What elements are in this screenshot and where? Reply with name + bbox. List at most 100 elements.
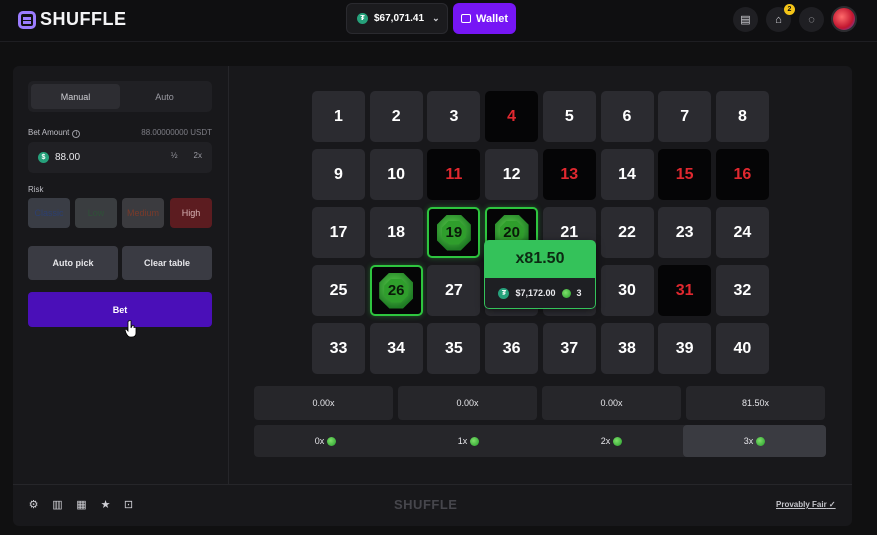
win-hits: 3 — [576, 288, 582, 298]
game-info-icon[interactable]: ⊡ — [122, 498, 135, 511]
payout-cell: 81.50x — [686, 386, 825, 420]
keno-tile-35[interactable]: 35 — [427, 323, 481, 374]
keno-tile-2[interactable]: 2 — [369, 91, 423, 142]
gem-icon — [327, 436, 337, 446]
hand-cursor-icon — [125, 320, 137, 338]
keno-tile-40[interactable]: 40 — [715, 323, 769, 374]
keno-tile-3[interactable]: 3 — [427, 91, 481, 142]
stats-icon[interactable]: ▦ — [75, 498, 88, 511]
win-payout: $7,172.00 — [515, 288, 556, 298]
tab-manual[interactable]: Manual — [31, 84, 120, 109]
avatar[interactable] — [831, 6, 857, 32]
keno-tile-34[interactable]: 34 — [369, 323, 423, 374]
keno-tile-6[interactable]: 6 — [600, 91, 654, 142]
keno-tile-18[interactable]: 18 — [369, 207, 423, 258]
usdt-coin-icon: ₮ — [357, 13, 368, 24]
hit-count-3: 3x — [683, 425, 826, 457]
favorite-star-icon[interactable]: ★ — [99, 498, 112, 511]
gem-icon: 26 — [379, 272, 414, 309]
bet-amount-value: 88.00 — [55, 152, 81, 163]
chevron-down-icon: ⌄ — [432, 13, 440, 23]
clear-table-button[interactable]: Clear table — [122, 246, 212, 280]
keno-tile-14[interactable]: 14 — [600, 149, 654, 200]
payout-cell: 0.00x — [254, 386, 393, 420]
keno-tile-25[interactable]: 25 — [312, 265, 365, 316]
usdt-coin-icon: $ — [38, 152, 49, 163]
keno-tile-22[interactable]: 22 — [600, 207, 654, 258]
info-icon[interactable]: i — [72, 130, 81, 138]
auto-pick-button[interactable]: Auto pick — [28, 246, 118, 280]
bet-mode-tabs: Manual Auto — [28, 81, 212, 112]
win-multiplier: x81.50 — [484, 240, 596, 278]
rewards-button[interactable]: ⌂ 2 — [766, 4, 795, 32]
keno-tile-5[interactable]: 5 — [542, 91, 596, 142]
hit-count-2: 2x — [540, 425, 683, 457]
check-icon: ✓ — [828, 500, 836, 509]
gem-icon — [756, 436, 766, 446]
bet-modifiers: ½ 2x — [171, 151, 202, 160]
shuffle-logo[interactable]: SHUFFLE — [18, 9, 127, 30]
keno-tile-33[interactable]: 33 — [312, 323, 365, 374]
keno-tile-27[interactable]: 27 — [427, 265, 481, 316]
win-popup: x81.50 ₮ $7,172.00 3 — [484, 240, 596, 309]
tab-auto[interactable]: Auto — [120, 84, 209, 109]
bet-amount-label-row: Bet Amount i 88.00000000 USDT — [28, 128, 212, 138]
keno-tile-13[interactable]: 13 — [542, 149, 596, 200]
bet-amount-usdt-value: 88.00000000 USDT — [141, 128, 212, 137]
keno-tile-38[interactable]: 38 — [600, 323, 654, 374]
hit-count-0: 0x — [254, 425, 397, 457]
gem-icon — [561, 288, 571, 298]
keno-tile-1[interactable]: 1 — [312, 91, 365, 142]
keno-tile-24[interactable]: 24 — [715, 207, 769, 258]
risk-low-button[interactable]: Low — [75, 198, 117, 228]
wallet-icon — [461, 14, 471, 23]
keno-tile-16[interactable]: 16 — [715, 149, 769, 200]
keno-tile-23[interactable]: 23 — [658, 207, 712, 258]
hit-count-row: 0x 1x 2x 3x — [254, 425, 826, 457]
risk-medium-button[interactable]: Medium — [122, 198, 164, 228]
keno-tile-10[interactable]: 10 — [369, 149, 423, 200]
payout-cell: 0.00x — [398, 386, 537, 420]
keno-tile-9[interactable]: 9 — [312, 149, 365, 200]
keno-tile-8[interactable]: 8 — [715, 91, 769, 142]
hit-count-1: 1x — [397, 425, 540, 457]
bet-amount-input[interactable]: $ 88.00 ½ 2x — [28, 142, 212, 173]
bet-button[interactable]: Bet — [28, 292, 212, 327]
theatre-mode-icon[interactable]: ▥ — [51, 498, 64, 511]
keno-tile-39[interactable]: 39 — [658, 323, 712, 374]
risk-classic-button[interactable]: Classic — [28, 198, 70, 228]
keno-tile-32[interactable]: 32 — [715, 265, 769, 316]
bet-amount-label: Bet Amount i — [28, 128, 81, 138]
keno-tile-17[interactable]: 17 — [312, 207, 365, 258]
keno-tile-19[interactable]: 19 — [427, 207, 481, 258]
keno-tile-15[interactable]: 15 — [658, 149, 712, 200]
keno-tile-36[interactable]: 36 — [485, 323, 539, 374]
half-bet-button[interactable]: ½ — [171, 151, 178, 160]
balance-selector[interactable]: ₮ $67,071.41 ⌄ — [346, 3, 448, 34]
document-icon: ▤ — [740, 14, 751, 26]
top-bar: SHUFFLE ₮ $67,071.41 ⌄ Wallet ▤ ⌂ 2 ◌ — [0, 0, 877, 42]
wallet-label: Wallet — [476, 12, 508, 25]
keno-tile-4[interactable]: 4 — [485, 91, 539, 142]
keno-tile-7[interactable]: 7 — [658, 91, 712, 142]
wallet-button[interactable]: Wallet — [453, 3, 516, 34]
shuffle-logo-icon — [18, 10, 36, 29]
gem-icon — [613, 436, 623, 446]
keno-tile-30[interactable]: 30 — [600, 265, 654, 316]
keno-tile-37[interactable]: 37 — [542, 323, 596, 374]
risk-high-button[interactable]: High — [170, 198, 212, 228]
keno-tile-11[interactable]: 11 — [427, 149, 481, 200]
chat-button[interactable]: ◌ — [799, 7, 824, 32]
double-bet-button[interactable]: 2x — [194, 151, 202, 160]
risk-label: Risk — [28, 185, 44, 194]
logo-text: SHUFFLE — [40, 9, 127, 29]
keno-tile-12[interactable]: 12 — [485, 149, 539, 200]
keno-tile-26[interactable]: 26 — [369, 265, 423, 316]
provably-fair-link[interactable]: Provably Fair ✓ — [776, 500, 836, 509]
usdt-coin-icon: ₮ — [498, 287, 510, 299]
chat-icon: ◌ — [808, 13, 815, 26]
settings-icon[interactable]: ⚙ — [27, 498, 40, 511]
notes-button[interactable]: ▤ — [733, 7, 758, 32]
keno-tile-31[interactable]: 31 — [658, 265, 712, 316]
footer-logo: SHUFFLE — [394, 497, 458, 512]
